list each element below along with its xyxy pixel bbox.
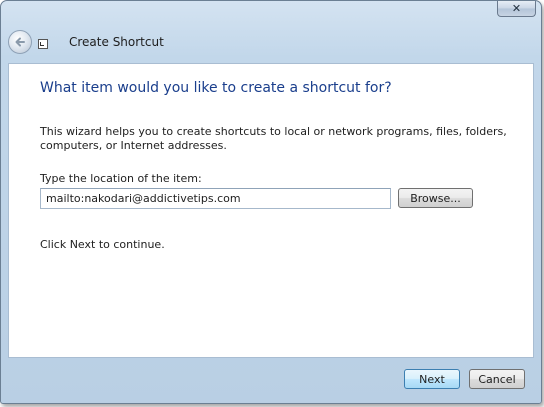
back-button[interactable] — [8, 30, 32, 54]
browse-button[interactable]: Browse... — [398, 188, 473, 208]
wizard-description: This wizard helps you to create shortcut… — [40, 125, 507, 152]
location-input[interactable] — [40, 188, 391, 209]
continue-instruction: Click Next to continue. — [40, 238, 165, 251]
cancel-button[interactable]: Cancel — [469, 369, 525, 389]
location-field-label: Type the location of the item: — [40, 172, 202, 185]
next-button[interactable]: Next — [404, 369, 460, 389]
wizard-footer: Next Cancel — [8, 357, 534, 401]
back-arrow-icon — [15, 37, 25, 47]
close-button[interactable]: ✕ — [497, 1, 536, 17]
window-title: Create Shortcut — [69, 35, 164, 49]
create-shortcut-window: ✕ Create Shortcut What item would you li… — [0, 0, 542, 404]
wizard-content-panel: What item would you like to create a sho… — [8, 63, 534, 358]
close-icon: ✕ — [511, 2, 522, 15]
page-heading: What item would you like to create a sho… — [40, 80, 392, 96]
shortcut-wizard-icon — [38, 39, 48, 49]
